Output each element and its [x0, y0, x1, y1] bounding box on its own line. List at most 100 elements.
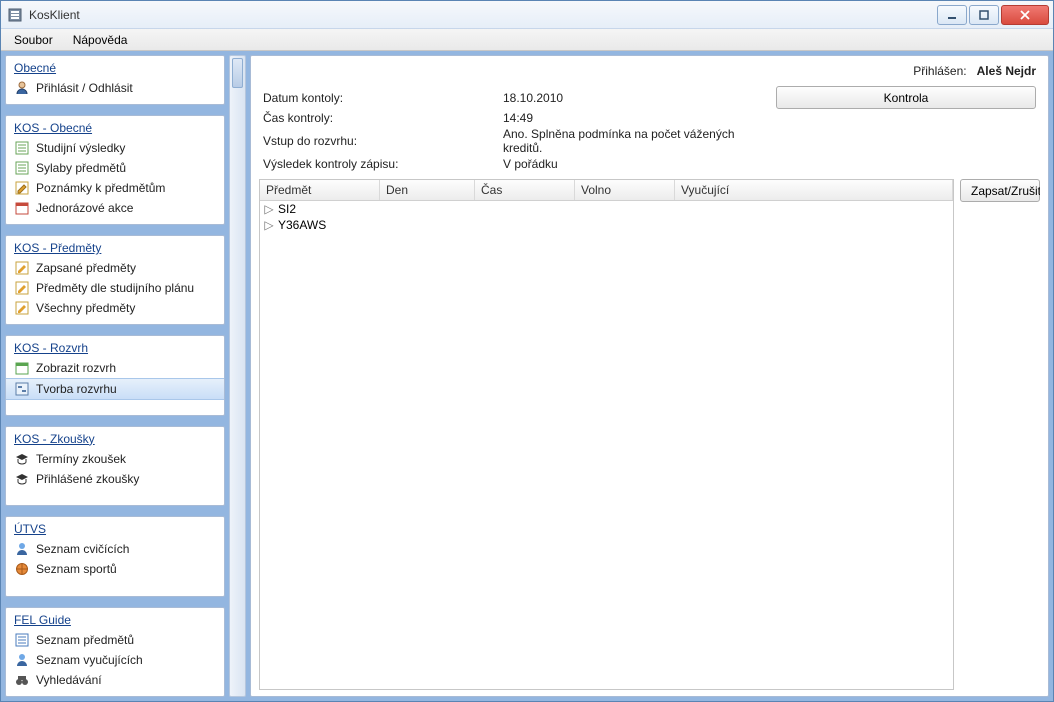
nav-item-cvicici[interactable]: Seznam cvičících — [6, 539, 224, 559]
nav-item-label: Předměty dle studijního plánu — [36, 281, 194, 295]
window-title: KosKlient — [29, 8, 80, 22]
note-edit-icon — [14, 260, 30, 276]
col-volno[interactable]: Volno — [575, 180, 675, 200]
note-edit-icon — [14, 300, 30, 316]
table-body: ▷ SI2 ▷ Y36AWS — [260, 201, 953, 689]
menubar: Soubor Nápověda — [1, 29, 1053, 51]
login-user: Aleš Nejdr — [977, 64, 1036, 78]
sidebar-scrollbar[interactable] — [229, 55, 246, 697]
nav-item-poznamky[interactable]: Poznámky k předmětům — [6, 178, 224, 198]
label-datum: Datum kontoly: — [263, 91, 503, 105]
value-datum: 18.10.2010 — [503, 91, 776, 105]
table-header: Předmět Den Čas Volno Vyučující — [260, 180, 953, 201]
nav-title[interactable]: ÚTVS — [6, 517, 224, 539]
table-row[interactable]: ▷ SI2 — [260, 201, 953, 217]
person-icon — [14, 80, 30, 96]
schedule-icon — [14, 381, 30, 397]
nav-item-sylaby[interactable]: Sylaby předmětů — [6, 158, 224, 178]
nav-item-zobrazit-rozvrh[interactable]: Zobrazit rozvrh — [6, 358, 224, 378]
zapsat-zrusit-button[interactable]: Zapsat/Zrušit — [960, 179, 1040, 202]
menu-help[interactable]: Nápověda — [64, 30, 137, 50]
nav-item-label: Seznam předmětů — [36, 633, 134, 647]
close-button[interactable] — [1001, 5, 1049, 25]
nav-item-label: Termíny zkoušek — [36, 452, 126, 466]
nav-item-label: Jednorázové akce — [36, 201, 133, 215]
titlebar: KosKlient — [1, 1, 1053, 29]
calendar-icon — [14, 200, 30, 216]
maximize-button[interactable] — [969, 5, 999, 25]
nav-item-label: Vyhledávání — [36, 673, 102, 687]
expander-icon[interactable]: ▷ — [260, 202, 278, 216]
col-cas[interactable]: Čas — [475, 180, 575, 200]
nav-item-terminy[interactable]: Termíny zkoušek — [6, 449, 224, 469]
table-actions: Zapsat/Zrušit — [960, 179, 1040, 690]
nav-group-fel-guide: FEL Guide Seznam předmětů Seznam vyučují… — [5, 607, 225, 697]
nav-item-seznam-vyucujicich[interactable]: Seznam vyučujících — [6, 650, 224, 670]
nav-item-label: Seznam cvičících — [36, 542, 129, 556]
nav-group-utvs: ÚTVS Seznam cvičících Seznam sportů — [5, 516, 225, 597]
client-area: Obecné Přihlásit / Odhlásit KOS - Obecné… — [1, 51, 1053, 701]
nav-title[interactable]: FEL Guide — [6, 608, 224, 630]
nav-title[interactable]: KOS - Rozvrh — [6, 336, 224, 358]
nav-item-label: Přihlášené zkoušky — [36, 472, 139, 486]
value-vysledek: V pořádku — [503, 157, 776, 171]
nav-item-label: Zobrazit rozvrh — [36, 361, 116, 375]
nav-item-vyhledavani[interactable]: Vyhledávání — [6, 670, 224, 690]
nav-group-kos-predmety: KOS - Předměty Zapsané předměty Předměty… — [5, 235, 225, 325]
table-row[interactable]: ▷ Y36AWS — [260, 217, 953, 233]
list-icon — [14, 140, 30, 156]
grad-cap-icon — [14, 471, 30, 487]
minimize-button[interactable] — [937, 5, 967, 25]
nav-item-label: Studijní výsledky — [36, 141, 125, 155]
app-window: KosKlient Soubor Nápověda Obecné Přihlás… — [0, 0, 1054, 702]
list-icon — [14, 160, 30, 176]
nav-item-login[interactable]: Přihlásit / Odhlásit — [6, 78, 224, 98]
note-edit-icon — [14, 280, 30, 296]
nav-item-tvorba-rozvrhu[interactable]: Tvorba rozvrhu — [6, 378, 224, 400]
nav-item-label: Seznam vyučujících — [36, 653, 143, 667]
label-vysledek: Výsledek kontroly zápisu: — [263, 157, 503, 171]
sidebar: Obecné Přihlásit / Odhlásit KOS - Obecné… — [5, 55, 225, 697]
nav-item-label: Tvorba rozvrhu — [36, 382, 117, 396]
nav-title[interactable]: KOS - Předměty — [6, 236, 224, 258]
list-icon — [14, 632, 30, 648]
nav-item-studijni-vysledky[interactable]: Studijní výsledky — [6, 138, 224, 158]
expander-icon[interactable]: ▷ — [260, 218, 278, 232]
nav-item-dle-planu[interactable]: Předměty dle studijního plánu — [6, 278, 224, 298]
nav-item-label: Všechny předměty — [36, 301, 135, 315]
nav-item-vsechny[interactable]: Všechny předměty — [6, 298, 224, 318]
col-den[interactable]: Den — [380, 180, 475, 200]
nav-item-label: Sylaby předmětů — [36, 161, 126, 175]
nav-item-sporty[interactable]: Seznam sportů — [6, 559, 224, 579]
person-icon — [14, 652, 30, 668]
nav-item-label: Seznam sportů — [36, 562, 117, 576]
app-icon — [7, 7, 23, 23]
nav-item-label: Přihlásit / Odhlásit — [36, 81, 133, 95]
value-cas: 14:49 — [503, 111, 776, 125]
nav-item-label: Poznámky k předmětům — [36, 181, 165, 195]
nav-item-label: Zapsané předměty — [36, 261, 136, 275]
login-label: Přihlášen: — [913, 64, 966, 78]
nav-title[interactable]: Obecné — [6, 56, 224, 78]
nav-item-jednorazove[interactable]: Jednorázové akce — [6, 198, 224, 218]
nav-group-kos-rozvrh: KOS - Rozvrh Zobrazit rozvrh Tvorba rozv… — [5, 335, 225, 416]
menu-file[interactable]: Soubor — [5, 30, 62, 50]
col-vyucujici[interactable]: Vyučující — [675, 180, 953, 200]
info-grid: Datum kontoly: 18.10.2010 Kontrola Čas k… — [259, 86, 1040, 179]
nav-title[interactable]: KOS - Obecné — [6, 116, 224, 138]
col-predmet[interactable]: Předmět — [260, 180, 380, 200]
nav-group-kos-obecne: KOS - Obecné Studijní výsledky Sylaby př… — [5, 115, 225, 225]
kontrola-button[interactable]: Kontrola — [776, 86, 1036, 109]
label-vstup: Vstup do rozvrhu: — [263, 134, 503, 148]
nav-item-prihlasene[interactable]: Přihlášené zkoušky — [6, 469, 224, 489]
nav-item-zapsane[interactable]: Zapsané předměty — [6, 258, 224, 278]
scrollbar-thumb[interactable] — [232, 58, 243, 88]
nav-title[interactable]: KOS - Zkoušky — [6, 427, 224, 449]
nav-item-seznam-predmetu[interactable]: Seznam předmětů — [6, 630, 224, 650]
cell-predmet: SI2 — [278, 202, 398, 216]
nav-group-kos-zkousky: KOS - Zkoušky Termíny zkoušek Přihlášené… — [5, 426, 225, 507]
label-cas: Čas kontroly: — [263, 111, 503, 125]
login-status: Přihlášen: Aleš Nejdr — [259, 62, 1040, 86]
subjects-table: Předmět Den Čas Volno Vyučující ▷ SI2 ▷ — [259, 179, 954, 690]
cell-predmet: Y36AWS — [278, 218, 398, 232]
